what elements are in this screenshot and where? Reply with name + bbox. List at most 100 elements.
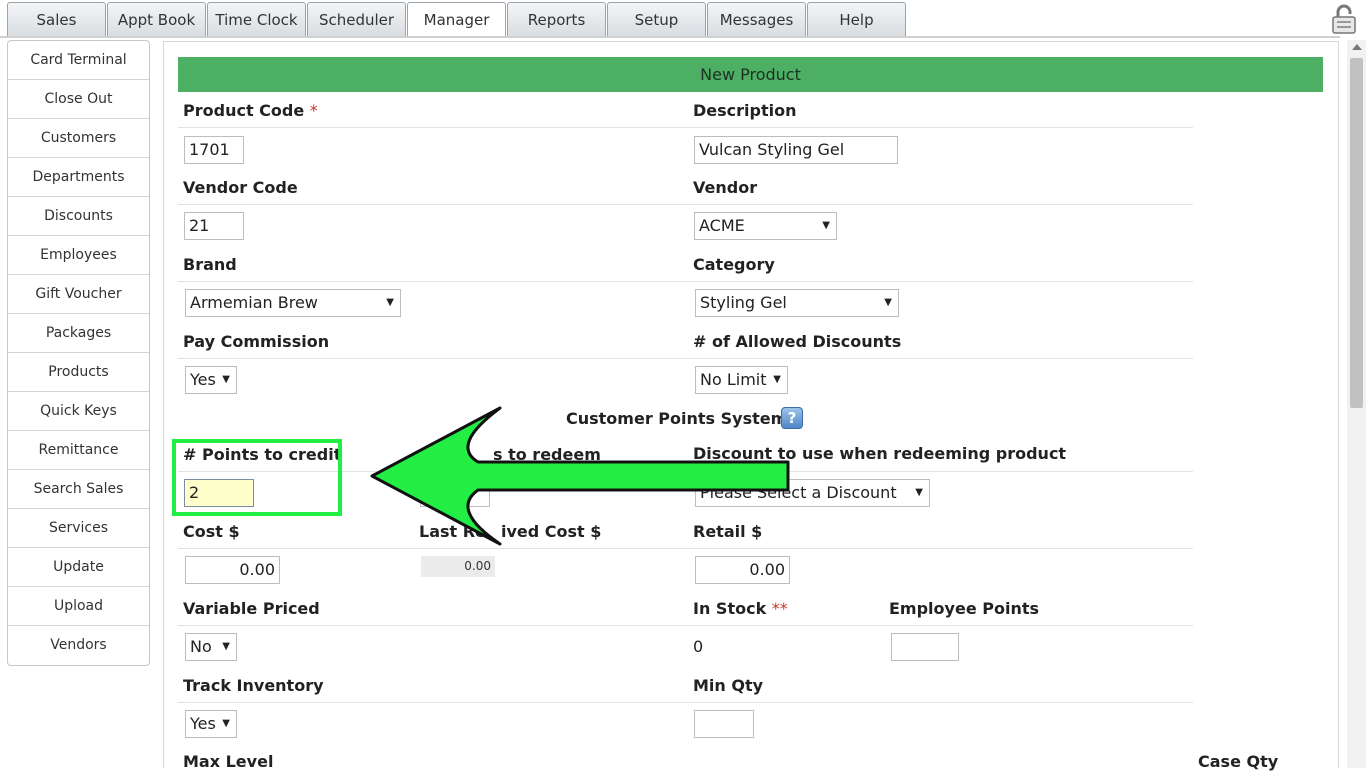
chevron-down-icon: ▼ (386, 297, 394, 308)
tab-scheduler[interactable]: Scheduler (307, 2, 406, 36)
track-inventory-value: Yes (190, 714, 216, 733)
tab-messages[interactable]: Messages (707, 2, 806, 36)
sidebar: Card Terminal Close Out Customers Depart… (7, 40, 150, 666)
track-inventory-select[interactable]: Yes ▼ (185, 710, 237, 738)
scroll-up-icon[interactable] (1352, 44, 1362, 50)
pay-commission-label: Pay Commission (183, 332, 330, 351)
last-received-cost-value: 0.00 (421, 556, 495, 577)
employee-points-label: Employee Points (889, 599, 1039, 618)
row-divider (178, 702, 1193, 703)
chevron-down-icon: ▼ (222, 374, 230, 385)
min-qty-label: Min Qty (693, 676, 764, 695)
in-stock-value: 0 (693, 637, 704, 656)
chevron-down-icon: ▼ (915, 487, 923, 498)
variable-priced-value: No (190, 637, 212, 656)
scroll-thumb[interactable] (1350, 58, 1363, 408)
sidebar-item-close-out[interactable]: Close Out (8, 80, 149, 119)
pay-commission-select[interactable]: Yes ▼ (185, 366, 237, 394)
required-mark: * (309, 101, 318, 120)
sidebar-item-card-terminal[interactable]: Card Terminal (8, 41, 149, 80)
vendor-code-label: Vendor Code (183, 178, 298, 197)
description-input[interactable]: Vulcan Styling Gel (694, 136, 898, 164)
cost-input[interactable]: 0.00 (185, 556, 280, 584)
tab-time-clock[interactable]: Time Clock (207, 2, 306, 36)
vendor-select[interactable]: ACME ▼ (694, 212, 837, 240)
row-divider (178, 625, 1193, 626)
retail-input[interactable]: 0.00 (695, 556, 790, 584)
tab-setup[interactable]: Setup (607, 2, 706, 36)
product-code-input[interactable]: 1701 (184, 136, 244, 164)
chevron-down-icon: ▼ (222, 641, 230, 652)
brand-select[interactable]: Armemian Brew ▼ (185, 289, 401, 317)
brand-label: Brand (183, 255, 237, 274)
top-tab-bar: Sales Appt Book Time Clock Scheduler Man… (0, 0, 1366, 38)
row-divider (178, 204, 1193, 205)
last-received-cost-label-left: Last Re (419, 522, 486, 541)
sidebar-item-vendors[interactable]: Vendors (8, 626, 149, 665)
allowed-discounts-select[interactable]: No Limit ▼ (695, 366, 788, 394)
required-mark: ** (771, 599, 788, 618)
brand-select-value: Armemian Brew (190, 293, 318, 312)
sidebar-item-customers[interactable]: Customers (8, 119, 149, 158)
track-inventory-label: Track Inventory (183, 676, 324, 695)
sidebar-item-gift-voucher[interactable]: Gift Voucher (8, 275, 149, 314)
category-select[interactable]: Styling Gel ▼ (695, 289, 899, 317)
row-divider (178, 281, 1193, 282)
vendor-label: Vendor (693, 178, 758, 197)
retail-label: Retail $ (693, 522, 763, 541)
row-divider (178, 127, 1193, 128)
form-title: New Product (178, 57, 1323, 92)
sidebar-item-services[interactable]: Services (8, 509, 149, 548)
description-label: Description (693, 101, 797, 120)
sidebar-item-remittance[interactable]: Remittance (8, 431, 149, 470)
category-select-value: Styling Gel (700, 293, 787, 312)
cost-label: Cost $ (183, 522, 240, 541)
scrollbar[interactable] (1347, 40, 1366, 768)
sidebar-item-discounts[interactable]: Discounts (8, 197, 149, 236)
chevron-down-icon: ▼ (822, 220, 830, 231)
tab-reports[interactable]: Reports (507, 2, 606, 36)
chevron-down-icon: ▼ (884, 297, 892, 308)
row-divider (178, 548, 1193, 549)
tab-appt-book[interactable]: Appt Book (107, 2, 206, 36)
tab-bar-divider (0, 36, 1340, 38)
sidebar-item-quick-keys[interactable]: Quick Keys (8, 392, 149, 431)
sidebar-item-departments[interactable]: Departments (8, 158, 149, 197)
lock-icon[interactable] (1328, 4, 1360, 34)
allowed-discounts-value: No Limit (700, 370, 767, 389)
tab-help[interactable]: Help (807, 2, 906, 36)
points-redeem-input[interactable] (420, 479, 490, 507)
employee-points-input[interactable] (891, 633, 959, 661)
points-section-title: Customer Points System (566, 409, 788, 428)
sidebar-item-update[interactable]: Update (8, 548, 149, 587)
vendor-select-value: ACME (699, 216, 745, 235)
min-qty-input[interactable] (694, 710, 754, 738)
in-stock-label: In Stock ** (693, 599, 788, 618)
last-received-cost-label-right: ived Cost $ (501, 522, 602, 541)
vendor-code-input[interactable]: 21 (184, 212, 244, 240)
pay-commission-value: Yes (190, 370, 216, 389)
allowed-discounts-label: # of Allowed Discounts (693, 332, 902, 351)
redeem-discount-label: Discount to use when redeeming product (693, 444, 1067, 463)
redeem-discount-value: Please Select a Discount (700, 483, 897, 502)
sidebar-item-products[interactable]: Products (8, 353, 149, 392)
points-redeem-label-right: s to redeem (493, 445, 601, 464)
chevron-down-icon: ▼ (773, 374, 781, 385)
callout-highlight-box (172, 439, 342, 516)
category-label: Category (693, 255, 775, 274)
case-qty-label: Case Qty (1198, 752, 1279, 771)
tab-sales[interactable]: Sales (7, 2, 106, 36)
variable-priced-label: Variable Priced (183, 599, 320, 618)
product-code-label: Product Code * (183, 101, 318, 120)
points-redeem-label-left: # (419, 445, 433, 464)
sidebar-item-upload[interactable]: Upload (8, 587, 149, 626)
row-divider (178, 358, 1193, 359)
sidebar-item-employees[interactable]: Employees (8, 236, 149, 275)
tab-manager[interactable]: Manager (407, 2, 506, 38)
chevron-down-icon: ▼ (222, 718, 230, 729)
help-icon[interactable]: ? (781, 407, 803, 429)
sidebar-item-search-sales[interactable]: Search Sales (8, 470, 149, 509)
redeem-discount-select[interactable]: Please Select a Discount ▼ (695, 479, 930, 507)
sidebar-item-packages[interactable]: Packages (8, 314, 149, 353)
variable-priced-select[interactable]: No ▼ (185, 633, 237, 661)
